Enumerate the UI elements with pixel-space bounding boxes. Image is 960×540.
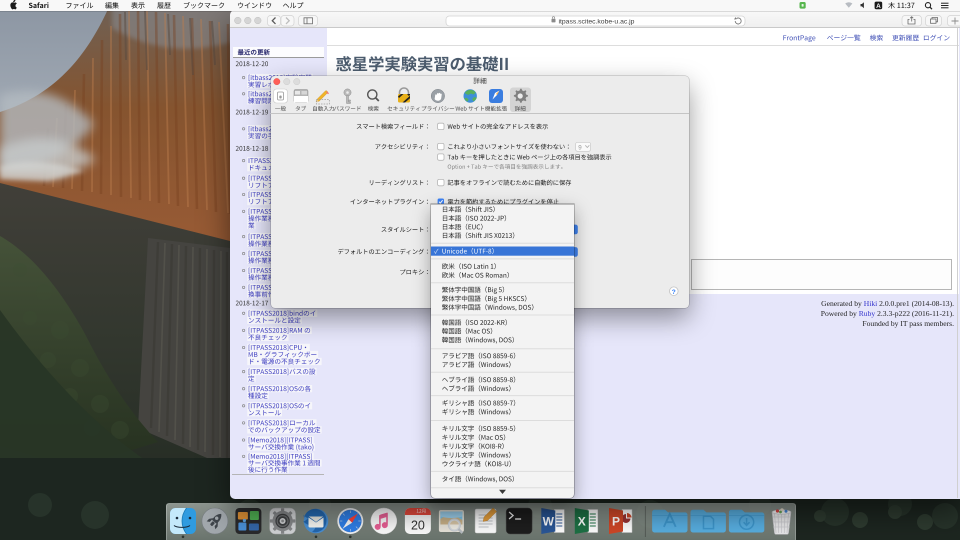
svg-text:A: A — [876, 3, 881, 10]
